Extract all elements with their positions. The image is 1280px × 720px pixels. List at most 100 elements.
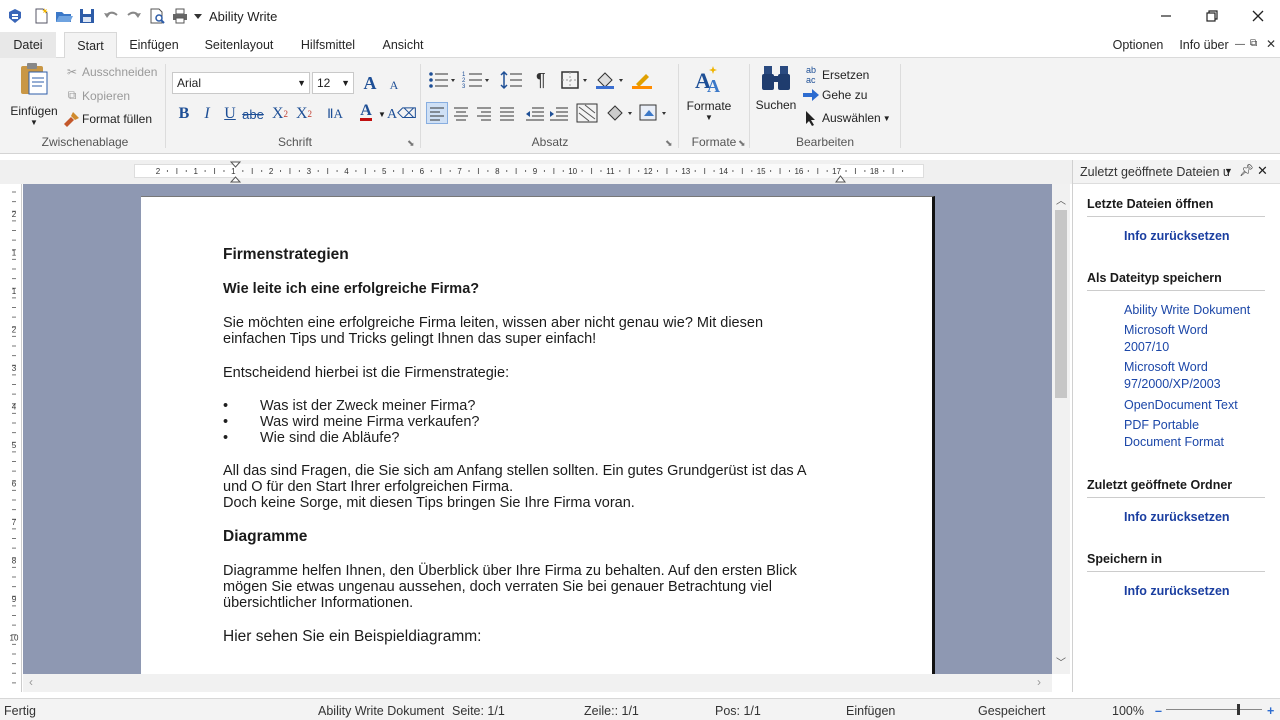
tab-seitenlayout[interactable]: Seitenlayout: [198, 32, 280, 58]
highlight-icon[interactable]: [630, 70, 656, 93]
align-right-icon[interactable]: [474, 103, 494, 126]
paste-button[interactable]: Einfügen ▼: [8, 62, 60, 132]
paragraph-dialog-launcher-icon[interactable]: ⬊: [665, 138, 673, 149]
select-button[interactable]: Auswählen ▼: [800, 110, 891, 126]
print-icon[interactable]: [171, 7, 189, 25]
tab-ansicht[interactable]: Ansicht: [374, 32, 432, 58]
italic-icon[interactable]: I: [197, 104, 217, 124]
first-line-indent-marker-icon[interactable]: [229, 161, 242, 186]
select-dropdown-icon[interactable]: ▼: [883, 114, 891, 123]
strikethrough-icon[interactable]: abe: [242, 104, 264, 124]
ribbon-restore-icon[interactable]: ⧉: [1250, 38, 1257, 49]
vertical-scroll-thumb[interactable]: [1055, 210, 1067, 398]
bullet-list-icon[interactable]: [428, 70, 456, 93]
cut-button[interactable]: ✂ Ausschneiden: [62, 65, 157, 79]
options-menu[interactable]: Optionen ▾: [1110, 32, 1166, 78]
reset-save-in-link[interactable]: Info zurücksetzen: [1124, 583, 1230, 600]
font-name-combo[interactable]: Arial ▼: [172, 72, 310, 94]
new-document-icon[interactable]: [32, 7, 50, 25]
vertical-scrollbar[interactable]: ︿ ﹀: [1052, 184, 1070, 674]
font-size-combo[interactable]: 12 ▼: [312, 72, 354, 94]
horizontal-scrollbar[interactable]: ‹ ›: [23, 674, 1052, 692]
fill-color-icon[interactable]: [604, 102, 638, 127]
goto-button[interactable]: Gehe zu: [800, 88, 867, 102]
scroll-right-icon[interactable]: ›: [1037, 675, 1041, 689]
grow-font-icon[interactable]: A: [360, 73, 380, 93]
redo-icon[interactable]: [125, 7, 143, 25]
justify-icon[interactable]: [497, 103, 517, 126]
save-type-word-2007-link[interactable]: Microsoft Word 2007/10: [1124, 322, 1208, 356]
subscript-icon[interactable]: X2: [270, 104, 290, 124]
font-dialog-launcher-icon[interactable]: ⬊: [407, 138, 415, 149]
font-dropdown-icon[interactable]: ▼: [297, 73, 306, 93]
character-spacing-icon[interactable]: ⅡA: [322, 104, 348, 124]
save-icon[interactable]: [78, 7, 96, 25]
borders-icon[interactable]: [560, 70, 590, 93]
zoom-slider-track[interactable]: [1166, 704, 1262, 715]
document-workspace[interactable]: Firmenstrategien Wie leite ich eine erfo…: [23, 184, 1052, 676]
scroll-up-icon[interactable]: ︿: [1056, 192, 1066, 207]
task-pane-menu-icon[interactable]: ▼: [1224, 166, 1233, 176]
formats-button[interactable]: AA Formate ▼: [684, 64, 734, 134]
document-page[interactable]: Firmenstrategien Wie leite ich eine erfo…: [141, 196, 935, 676]
reset-recent-files-link[interactable]: Info zurücksetzen: [1124, 228, 1230, 245]
tab-hilfsmittel[interactable]: Hilfsmittel: [292, 32, 364, 58]
tab-datei[interactable]: Datei: [0, 32, 56, 58]
increase-indent-icon[interactable]: [548, 103, 570, 126]
undo-icon[interactable]: [102, 7, 120, 25]
minimize-button[interactable]: [1154, 5, 1178, 27]
superscript-icon[interactable]: X2: [294, 104, 314, 124]
pin-icon[interactable]: 📌︎: [1239, 163, 1254, 177]
clear-format-icon[interactable]: A⌫: [387, 104, 417, 124]
shrink-font-icon[interactable]: A: [384, 75, 404, 95]
font-size-dropdown-icon[interactable]: ▼: [341, 73, 350, 93]
zoom-slider-thumb[interactable]: [1237, 704, 1240, 715]
print-preview-icon[interactable]: [148, 7, 166, 25]
numbered-list-icon[interactable]: 123: [462, 70, 490, 93]
replace-button[interactable]: ab ac Ersetzen: [800, 65, 869, 85]
restore-button[interactable]: [1200, 5, 1224, 27]
columns-icon[interactable]: [575, 102, 599, 127]
close-button[interactable]: [1246, 5, 1270, 27]
paragraph-marks-icon[interactable]: ¶: [536, 70, 546, 91]
align-left-icon[interactable]: [426, 102, 448, 124]
copy-button[interactable]: ⧉ Kopieren: [62, 88, 130, 103]
task-pane-close-icon[interactable]: ✕: [1257, 163, 1268, 179]
info-menu[interactable]: Info über: [1176, 32, 1232, 58]
search-button[interactable]: Suchen: [754, 64, 798, 126]
decrease-indent-icon[interactable]: [524, 103, 546, 126]
formats-dropdown-icon[interactable]: ▼: [705, 113, 713, 122]
underline-icon[interactable]: U: [220, 104, 240, 124]
ribbon-minimize-icon[interactable]: —: [1235, 39, 1245, 50]
status-insert-mode[interactable]: Einfügen: [846, 704, 895, 718]
open-folder-icon[interactable]: [55, 7, 73, 25]
font-color-icon[interactable]: A: [356, 102, 376, 122]
format-fill-button[interactable]: Format füllen: [62, 110, 152, 128]
font-color-dropdown-icon[interactable]: ▼: [378, 110, 386, 119]
bold-icon[interactable]: B: [174, 104, 194, 124]
frame-style-icon[interactable]: [638, 102, 672, 127]
horizontal-ruler[interactable]: 2 1 1 2 3 4 5 6 7 8 9 10 11 12 13 14 15 16 17 18: [0, 160, 1072, 184]
shading-icon[interactable]: [594, 70, 628, 93]
scroll-down-icon[interactable]: ﹀: [1056, 654, 1066, 669]
save-type-word-97-link[interactable]: Microsoft Word 97/2000/XP/2003: [1124, 359, 1221, 393]
reset-recent-folders-link[interactable]: Info zurücksetzen: [1124, 509, 1230, 526]
save-type-pdf-link[interactable]: PDF Portable Document Format: [1124, 417, 1224, 451]
ruler-number: 2: [12, 326, 17, 335]
formats-dialog-launcher-icon[interactable]: ⬊: [738, 138, 746, 149]
customize-toolbar-chevron-icon[interactable]: [193, 7, 203, 25]
formats-group-label: Formate: [691, 135, 737, 149]
scroll-left-icon[interactable]: ‹: [29, 675, 33, 689]
save-type-odt-link[interactable]: OpenDocument Text: [1124, 397, 1238, 414]
paste-dropdown-icon[interactable]: ▼: [30, 118, 38, 127]
tab-einfuegen[interactable]: Einfügen: [124, 32, 184, 58]
zoom-out-icon[interactable]: –: [1155, 704, 1162, 718]
vertical-ruler[interactable]: 2 1 1 2 3 4 5 6 7 8 9 10: [6, 184, 22, 692]
zoom-in-icon[interactable]: +: [1267, 704, 1274, 718]
ribbon-close-icon[interactable]: ✕: [1266, 37, 1276, 51]
align-center-icon[interactable]: [451, 103, 471, 126]
tab-start[interactable]: Start: [64, 32, 117, 59]
save-type-ability-write-link[interactable]: Ability Write Dokument: [1124, 302, 1250, 319]
app-logo-icon[interactable]: [6, 7, 24, 25]
line-spacing-icon[interactable]: [500, 70, 524, 93]
